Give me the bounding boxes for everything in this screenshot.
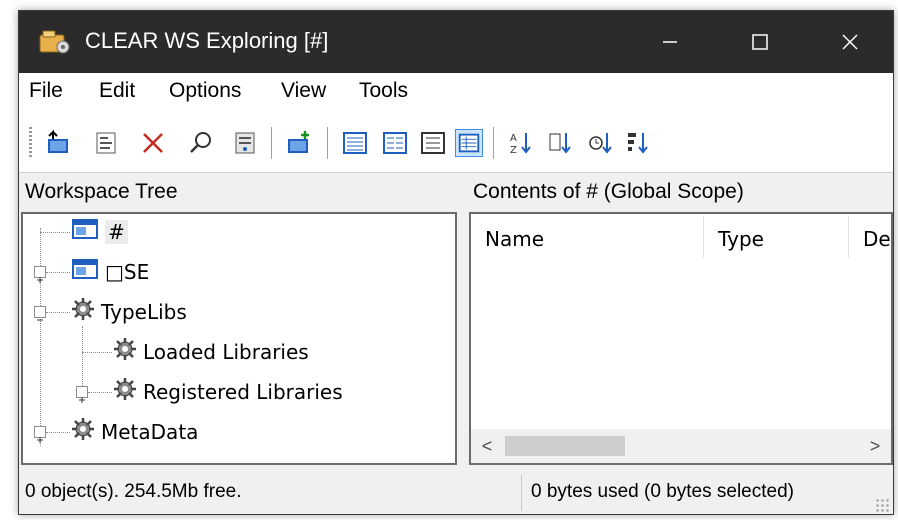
gear-icon [71, 297, 95, 327]
tree-connector [82, 352, 112, 353]
toolbar: AZ [19, 111, 893, 173]
expand-toggle[interactable] [34, 426, 46, 443]
properties-icon[interactable] [93, 129, 121, 157]
details-view-icon[interactable] [455, 129, 483, 157]
expand-toggle[interactable] [76, 386, 88, 403]
tree-item-root[interactable]: # [71, 214, 128, 250]
toolbar-separator [493, 127, 494, 159]
expand-toggle[interactable] [34, 266, 46, 283]
workspace-tree-header: Workspace Tree [19, 174, 459, 212]
tree-item-label: MetaData [101, 420, 199, 444]
close-icon [842, 34, 858, 50]
menu-tools[interactable]: Tools [359, 79, 408, 103]
scroll-right-icon[interactable]: > [861, 432, 889, 460]
maximize-button[interactable] [715, 11, 805, 73]
menu-view[interactable]: View [281, 79, 326, 103]
column-header-name[interactable]: Name [471, 214, 703, 260]
tree-item-label: # [105, 220, 128, 244]
sort-by-type-icon[interactable] [547, 129, 575, 157]
scroll-thumb[interactable] [505, 436, 625, 456]
contents-header: Contents of # (Global Scope) [467, 174, 893, 212]
delete-icon[interactable] [139, 129, 167, 157]
up-folder-icon[interactable] [45, 129, 73, 157]
app-icon [39, 29, 71, 55]
tree-item-registered-libraries[interactable]: Registered Libraries [113, 374, 343, 410]
collapse-toggle[interactable] [34, 306, 46, 321]
small-icons-view-icon[interactable] [381, 129, 409, 157]
tree-item-label: Registered Libraries [143, 380, 343, 404]
tree-connector [40, 232, 70, 233]
menu-file[interactable]: File [29, 79, 63, 103]
svg-text:A: A [510, 133, 517, 144]
gear-icon [71, 417, 95, 447]
svg-text:Z: Z [510, 145, 517, 156]
tree-connector [46, 432, 70, 433]
tree-item-typelibs[interactable]: TypeLibs [71, 294, 187, 330]
new-namespace-icon[interactable] [285, 129, 313, 157]
toolbar-grip[interactable] [29, 127, 32, 157]
sort-by-size-icon[interactable] [625, 129, 653, 157]
menu-options[interactable]: Options [169, 79, 241, 103]
tree-item-label: Loaded Libraries [143, 340, 309, 364]
status-bar: 0 object(s). 254.5Mb free. 0 bytes used … [19, 471, 893, 514]
scroll-left-icon[interactable]: < [473, 432, 501, 460]
minimize-icon [663, 41, 677, 43]
column-header-type[interactable]: Type [704, 214, 848, 260]
contents-list[interactable]: Name Type De < > [469, 212, 893, 465]
app-window: CLEAR WS Exploring [#] File Edit Options… [18, 10, 894, 515]
toolbar-separator [327, 127, 328, 159]
find-icon[interactable] [187, 129, 215, 157]
tree-connector [40, 228, 41, 446]
list-view-icon[interactable] [419, 129, 447, 157]
sort-by-name-icon[interactable]: AZ [507, 129, 535, 157]
menu-edit[interactable]: Edit [99, 79, 135, 103]
namespace-icon [71, 217, 99, 247]
tree-item-metadata[interactable]: MetaData [71, 414, 198, 450]
tree-connector [46, 272, 70, 273]
sort-by-date-icon[interactable] [587, 129, 615, 157]
horizontal-scrollbar[interactable]: < > [471, 429, 891, 463]
status-divider [521, 475, 522, 511]
gear-icon [113, 337, 137, 367]
tree-item-se[interactable]: □SE [71, 254, 149, 290]
tree-connector [82, 326, 83, 392]
toolbar-separator [271, 127, 272, 159]
minimize-button[interactable] [625, 11, 715, 73]
window-title: CLEAR WS Exploring [#] [85, 28, 329, 53]
status-objects: 0 object(s). 254.5Mb free. [25, 481, 242, 502]
tree-item-loaded-libraries[interactable]: Loaded Libraries [113, 334, 309, 370]
tree-connector [88, 392, 112, 393]
tree-item-label: TypeLibs [101, 300, 187, 324]
title-bar[interactable]: CLEAR WS Exploring [#] [19, 11, 893, 73]
column-header-description[interactable]: De [849, 214, 891, 260]
large-icons-view-icon[interactable] [341, 129, 369, 157]
maximize-icon [752, 34, 768, 50]
gear-icon [113, 377, 137, 407]
namespace-icon [71, 257, 99, 287]
tree-connector [46, 312, 70, 313]
object-browser-icon[interactable] [231, 129, 259, 157]
resize-grip[interactable] [875, 498, 889, 512]
menu-bar: File Edit Options View Tools [19, 73, 893, 111]
close-button[interactable] [805, 11, 893, 73]
tree-item-label: □SE [105, 260, 150, 284]
workspace-tree[interactable]: # □SE TypeLibs Loaded Libraries Register… [21, 212, 457, 465]
status-bytes: 0 bytes used (0 bytes selected) [531, 481, 794, 502]
